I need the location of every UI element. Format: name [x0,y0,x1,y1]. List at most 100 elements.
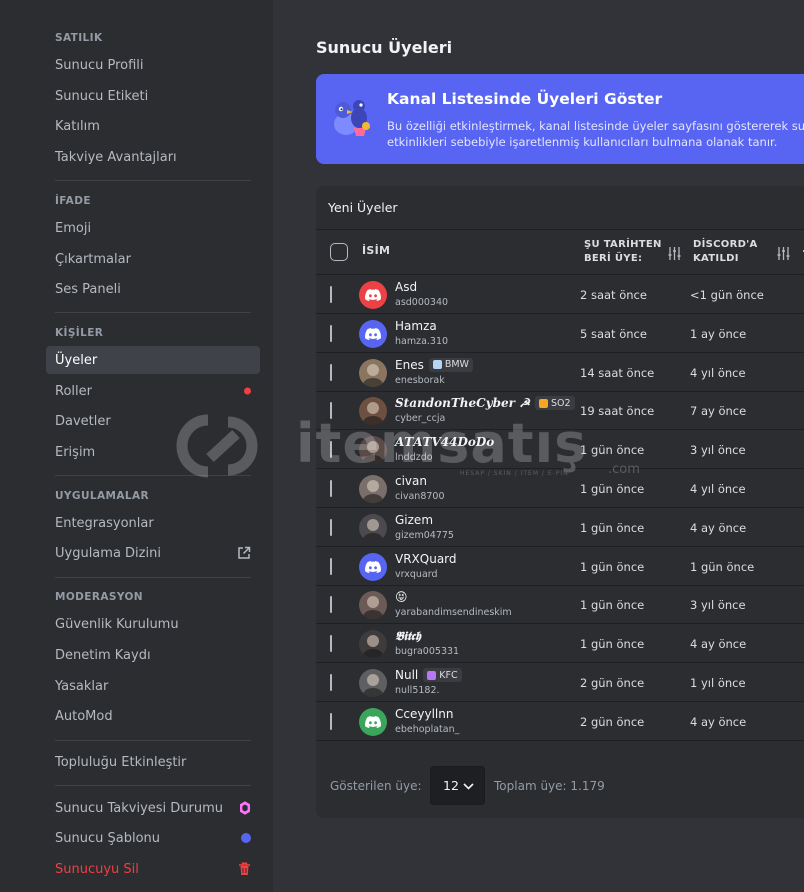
row-select-handle[interactable] [330,402,332,420]
avatar[interactable] [359,513,387,542]
sidebar-item-label: Sunucu Etiketi [55,88,149,104]
member-since-cell: 5 saat önce [580,326,647,341]
sidebar-item-label: Uygulama Dizini [55,545,161,561]
sidebar-item-boost-status[interactable]: Sunucu Takviyesi Durumu [46,794,260,822]
sidebar-item-server-tag[interactable]: Sunucu Etiketi [46,82,260,110]
sidebar-item-roles[interactable]: Roller [46,377,260,405]
column-header-member-since[interactable]: ŞU TARİHTEN BERİ ÜYE: [584,238,662,266]
table-row[interactable]: civan civan8700 1 gün önce 4 yıl önce [316,469,804,508]
joined-discord-cell: 1 yıl önce [690,676,746,690]
display-name-text: 😝 [395,590,408,605]
avatar[interactable] [359,475,387,503]
table-header: İSİM ŞU TARİHTEN BERİ ÜYE: DİSCORD'A KAT… [316,229,804,275]
row-select-handle[interactable] [330,480,332,497]
discord-logo-avatar[interactable] [359,281,387,309]
row-select-handle[interactable] [330,557,332,575]
table-row[interactable]: Hamza hamza.310 5 saat önce 1 ay önce [316,314,804,353]
discord-logo-avatar[interactable] [359,319,387,348]
avatar[interactable] [359,397,387,426]
joined-discord-cell: 1 gün önce [690,559,755,574]
avatar[interactable] [359,436,387,465]
sidebar-item-access[interactable]: Erişim [46,438,260,466]
member-since-cell: 1 gün önce [580,443,645,458]
sidebar-item-server-template[interactable]: Sunucu Şablonu [46,824,260,852]
member-display-name: Enes BMW [395,357,473,372]
table-row[interactable]: Asd asd000340 2 saat önce <1 gün önce [316,275,804,314]
server-tag-badge: SO2 [534,396,575,411]
member-list-banner[interactable]: Kanal Listesinde Üyeleri Göster Bu özell… [316,74,804,164]
avatar[interactable] [359,358,387,387]
row-select-handle[interactable] [330,518,332,536]
member-since-cell: 1 gün önce [580,559,645,574]
sidebar-item-invites[interactable]: Davetler [46,407,260,435]
table-row[interactable]: Enes BMW enesborak 14 saat önce 4 yıl önce [316,353,804,392]
member-display-name: 𝑨𝑻𝑨𝑻𝑽44𝑫𝒐𝑫𝒐 [395,435,494,449]
sidebar-item-label: Denetim Kaydı [55,647,151,663]
row-select-handle[interactable] [330,596,332,614]
avatar[interactable] [359,591,387,620]
table-row[interactable]: 𝑺𝒕𝒂𝒏𝒅𝒐𝒏𝑻𝒉𝒆𝑪𝒚𝒃𝒆𝒓 ☭ SO2 cyber_ccja 19 saat ön… [316,391,804,431]
row-select-handle[interactable] [330,286,332,303]
sidebar-item-members[interactable]: Üyeler [46,346,260,374]
member-username: null5182. [395,685,440,696]
sidebar-item-delete-server[interactable]: Sunucuyu Sil [46,855,260,883]
joined-discord-cell: 4 yıl önce [690,365,746,380]
member-username: enesborak [395,374,445,386]
trash-icon [238,862,251,876]
discord-logo-avatar[interactable] [359,552,387,581]
member-username: lnddzdo [395,452,433,464]
sidebar-item-soundboard[interactable]: Ses Paneli [46,275,260,303]
row-select-handle[interactable] [330,712,332,730]
sidebar-item-app-directory[interactable]: Uygulama Dizini [46,539,260,567]
sidebar-item-safety-setup[interactable]: Güvenlik Kurulumu [46,610,260,638]
column-header-name[interactable]: İSİM [362,244,390,258]
table-row[interactable]: Gizem gizem04775 1 gün önce 4 ay önce [316,508,804,547]
sidebar-item-onboarding[interactable]: Katılım [46,112,260,140]
sidebar-item-stickers[interactable]: Çıkartmalar [46,245,260,273]
sidebar-item-label: Ses Paneli [55,281,121,297]
column-header-joined-discord[interactable]: DİSCORD'A KATILDI [693,238,763,266]
filter-joined-discord-icon[interactable] [777,247,790,260]
member-username: vrxquard [395,568,438,580]
sidebar-item-boost-perks[interactable]: Takviye Avantajları [46,143,260,171]
tag-icon [427,670,437,680]
sidebar-item-server-profile[interactable]: Sunucu Profili [46,51,260,79]
table-row[interactable]: Null KFC null5182. 2 gün önce 1 yıl önce [316,663,804,702]
filter-member-since-icon[interactable] [668,247,681,260]
select-all-checkbox[interactable] [330,243,348,261]
sidebar-item-label: Katılım [55,118,100,134]
sidebar-item-bans[interactable]: Yasaklar [46,672,260,700]
row-select-handle[interactable] [330,674,332,691]
table-row[interactable]: Cceyyllnn ebehoplatan_ 2 gün önce 4 ay önce [316,702,804,741]
table-row[interactable]: 𝕭𝖎𝖙𝖈𝖍 bugra005331 1 gün önce 4 ay önce [316,624,804,664]
display-name-text: VRXQuard [395,551,457,566]
member-username: asd000340 [395,297,449,308]
row-select-handle[interactable] [330,363,332,381]
sidebar-divider [55,577,251,578]
sidebar-item-emoji[interactable]: Emoji [46,214,260,242]
member-username: bugra005331 [395,646,460,658]
sidebar-item-audit-log[interactable]: Denetim Kaydı [46,641,260,669]
sidebar-item-integrations[interactable]: Entegrasyonlar [46,509,260,537]
row-select-handle[interactable] [330,635,332,653]
page-size-value: 12 [443,778,459,793]
page-size-select[interactable]: 12 [430,766,485,805]
sidebar-item-label: Sunucuyu Sil [55,861,139,877]
member-display-name: 𝕭𝖎𝖙𝖈𝖍 [395,629,421,644]
table-row[interactable]: VRXQuard vrxquard 1 gün önce 1 gün önce [316,547,804,586]
template-dot [241,833,251,843]
row-select-handle[interactable] [330,441,332,459]
member-display-name: Asd [395,280,417,294]
sidebar-divider [55,475,251,476]
display-name-text: Asd [395,280,418,294]
table-title: Yeni Üyeler [328,200,398,215]
sidebar-item-enable-community[interactable]: Topluluğu Etkinleştir [46,748,260,776]
sidebar-item-automod[interactable]: AutoMod [46,702,260,730]
avatar[interactable] [359,630,387,659]
table-row[interactable]: 𝑨𝑻𝑨𝑻𝑽44𝑫𝒐𝑫𝒐 lnddzdo 1 gün önce 3 yıl önce [316,430,804,470]
discord-logo-avatar[interactable] [359,707,387,736]
row-select-handle[interactable] [330,324,332,342]
table-row[interactable]: 😝 yarabandimsendineskim 1 gün önce 3 yıl ön… [316,585,804,625]
avatar[interactable] [359,669,387,697]
sidebar-item-label: Entegrasyonlar [55,515,154,531]
